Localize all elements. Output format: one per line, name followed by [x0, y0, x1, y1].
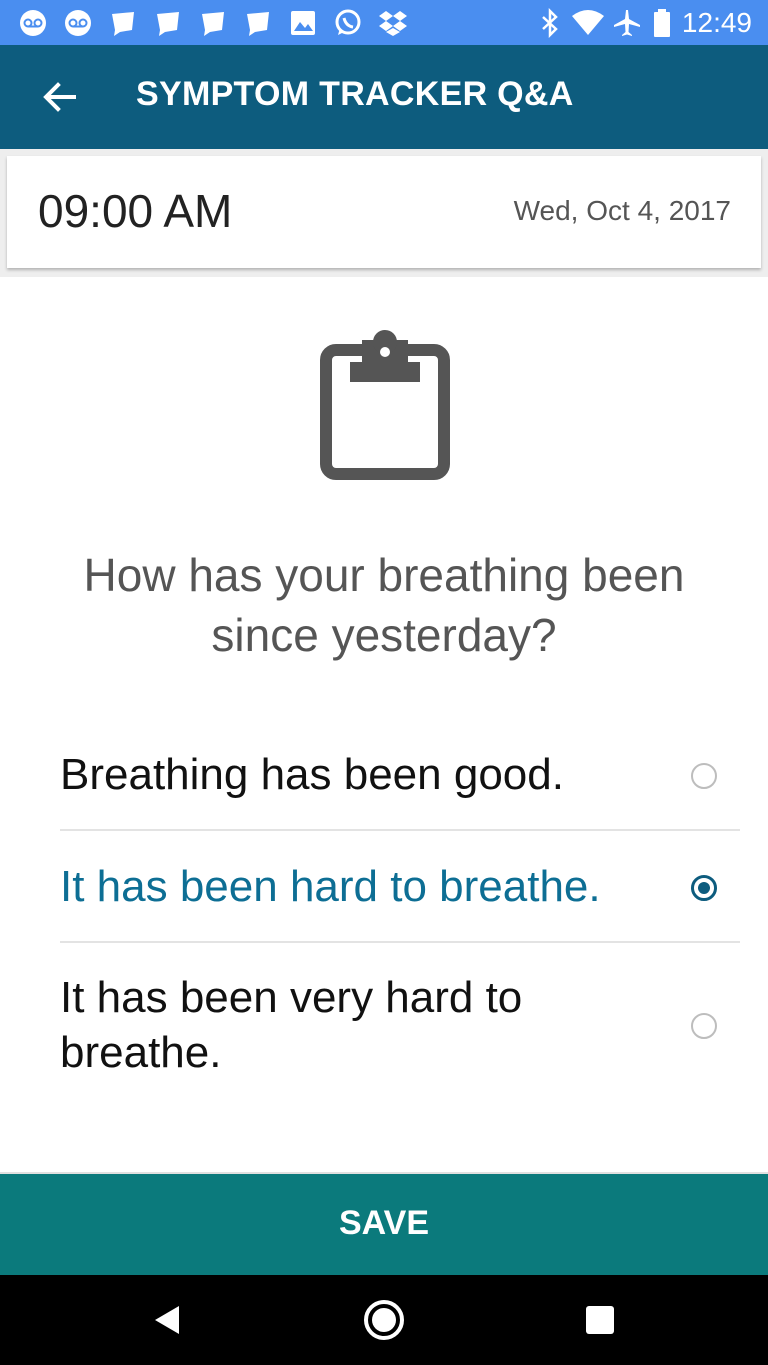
entry-time: 09:00 AM — [38, 185, 233, 237]
chat-bubble-icon — [247, 12, 269, 36]
chat-bubble-icon — [157, 12, 179, 36]
status-bar: 12:49 — [0, 0, 768, 45]
divider — [60, 941, 740, 943]
divider — [60, 829, 740, 831]
app-bar: SYMPTOM TRACKER Q&A — [0, 45, 768, 149]
option-label: It has been very hard to breathe. — [60, 973, 523, 1077]
whatsapp-icon — [335, 9, 361, 35]
dropbox-icon — [379, 11, 407, 36]
option-breathing-good[interactable]: Breathing has been good. — [60, 746, 740, 806]
save-button[interactable]: SAVE — [0, 1172, 768, 1275]
voicemail-icon — [20, 10, 46, 36]
bluetooth-icon — [542, 8, 558, 38]
system-nav-bar — [0, 1275, 768, 1365]
battery-icon — [654, 9, 670, 37]
airplane-icon — [614, 10, 640, 36]
image-icon — [291, 11, 315, 35]
voicemail-icon — [65, 10, 91, 36]
option-hard-to-breathe[interactable]: It has been hard to breathe. — [60, 858, 740, 918]
nav-recents-icon[interactable] — [575, 1295, 625, 1345]
entry-time-card[interactable]: 09:00 AM Wed, Oct 4, 2017 — [7, 156, 761, 268]
radio-button[interactable] — [691, 763, 717, 789]
radio-button-selected[interactable] — [691, 875, 717, 901]
chat-bubble-icon — [202, 12, 224, 36]
option-label: Breathing has been good. — [60, 750, 564, 799]
entry-date: Wed, Oct 4, 2017 — [513, 195, 731, 226]
question-text: How has your breathing been since yester… — [83, 549, 685, 661]
chat-bubble-icon — [112, 12, 134, 36]
page-title: SYMPTOM TRACKER Q&A — [136, 75, 574, 113]
option-very-hard-to-breathe[interactable]: It has been very hard to breathe. — [60, 970, 740, 1080]
arrow-back-icon[interactable] — [34, 73, 84, 123]
wifi-icon — [572, 10, 604, 35]
radio-button[interactable] — [691, 1013, 717, 1039]
clipboard-icon — [320, 330, 450, 480]
nav-back-icon[interactable] — [143, 1295, 193, 1345]
option-label: It has been hard to breathe. — [60, 862, 601, 911]
save-button-label: SAVE — [338, 1204, 430, 1242]
status-time: 12:49 — [681, 7, 752, 38]
nav-home-icon[interactable] — [359, 1295, 409, 1345]
